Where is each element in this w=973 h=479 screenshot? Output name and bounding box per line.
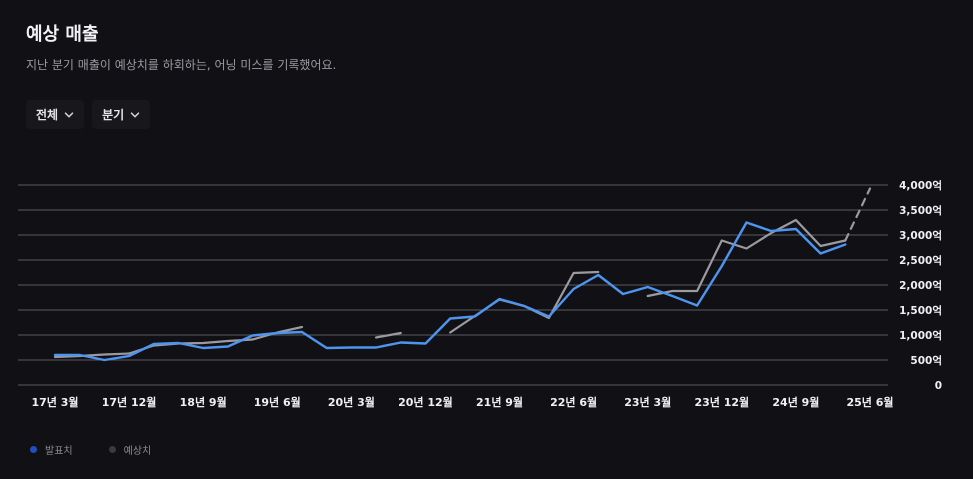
page-title: 예상 매출 [26, 24, 99, 45]
x-tick-label: 24년 9월 [772, 395, 819, 409]
x-tick-label: 20년 12월 [398, 395, 453, 409]
x-tick-label: 17년 12월 [102, 395, 157, 409]
interval-label: 분기 [102, 108, 125, 122]
y-tick-label: 2,500억 [899, 255, 942, 267]
y-tick-label: 1,500억 [899, 305, 942, 317]
y-tick-label: 1,000억 [899, 330, 942, 342]
revenue-chart: 4,000억 3,500억 3,000억 2,500억 2,000억 1,500억 1,00… [18, 180, 942, 409]
x-tick-label: 20년 3월 [328, 395, 375, 409]
chevron-down-icon [130, 111, 140, 118]
page-subtitle: 지난 분기 매출이 예상치를 하회하는, 어닝 미스를 기록했어요. [26, 58, 337, 72]
filter-bar: 전체 분기 [26, 100, 151, 129]
y-tick-label: 3,000억 [899, 230, 942, 242]
period-range-label: 전체 [36, 108, 59, 122]
legend-estimate-label: 예상치 [123, 446, 152, 457]
estimate-forecast-line [844, 187, 872, 242]
x-tick-label: 17년 3월 [31, 395, 78, 409]
x-tick-label: 23년 12월 [694, 395, 749, 409]
y-tick-label: 3,500억 [899, 205, 942, 217]
period-range-dropdown[interactable]: 전체 [26, 100, 85, 129]
x-tick-label: 25년 6월 [846, 395, 893, 409]
x-tick-label: 23년 3월 [624, 395, 671, 409]
y-tick-label: 500억 [910, 355, 942, 367]
estimate-series-line [449, 270, 600, 334]
y-tick-label: 2,000억 [899, 280, 942, 292]
y-tick-label: 0 [935, 380, 942, 392]
x-tick-label: 22년 6월 [550, 395, 597, 409]
legend-estimate-dot [108, 446, 116, 453]
interval-dropdown[interactable]: 분기 [92, 100, 151, 129]
chart-legend: 발표치 예상치 [30, 442, 151, 457]
x-tick-label: 19년 6월 [254, 395, 301, 409]
legend-actual-label: 발표치 [45, 446, 73, 457]
x-tick-label: 21년 9월 [476, 395, 523, 409]
x-tick-label: 18년 9월 [180, 395, 227, 409]
legend-actual-dot [30, 446, 37, 453]
chevron-down-icon [64, 111, 74, 118]
legend-item-estimate[interactable]: 예상치 [108, 442, 152, 457]
y-tick-label: 4,000억 [899, 180, 942, 192]
legend-item-actual[interactable]: 발표치 [30, 442, 73, 457]
